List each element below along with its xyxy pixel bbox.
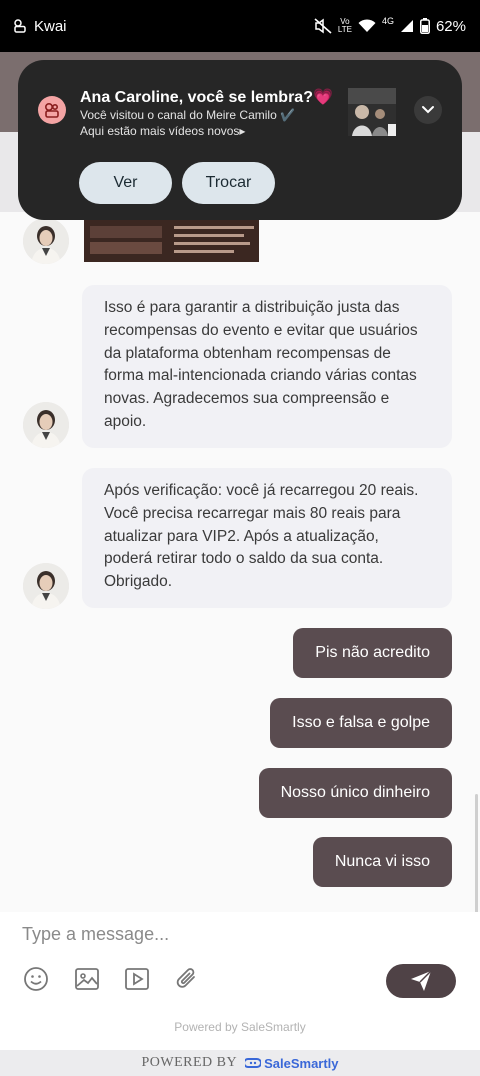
switch-button[interactable]: Trocar	[182, 162, 275, 204]
notification-title: Ana Caroline, você se lembra?💗	[80, 89, 333, 106]
powered-by-footer[interactable]: POWERED BY SaleSmartly	[0, 1050, 480, 1076]
video-icon[interactable]	[124, 966, 150, 992]
agent-avatar	[23, 402, 69, 448]
notification-line-1: Você visitou o canal do Meire Camilo ✔️	[80, 108, 296, 122]
send-button[interactable]	[386, 964, 456, 998]
image-icon[interactable]	[74, 966, 100, 992]
signal-icon	[400, 20, 413, 32]
status-bar: Kwai Vo LTE 4G 62%	[0, 0, 480, 52]
wifi-icon	[358, 19, 376, 32]
notification-line-2: Aqui estão mais vídeos novos▸	[80, 124, 246, 138]
salesmartly-logo: SaleSmartly	[245, 1056, 339, 1071]
mute-icon	[314, 18, 332, 34]
outgoing-message: Pis não acredito	[293, 628, 452, 678]
agent-avatar	[23, 563, 69, 609]
battery-icon	[419, 18, 430, 34]
app-name: Kwai	[34, 17, 67, 35]
outgoing-message: Nunca vi isso	[312, 837, 452, 887]
volte-indicator: Vo LTE	[337, 17, 352, 34]
outgoing-message: Isso e falsa e golpe	[270, 698, 452, 748]
chevron-down-icon	[422, 106, 434, 114]
push-notification[interactable]: Ana Caroline, você se lembra?💗 Você visi…	[18, 60, 462, 220]
kwai-app-icon	[14, 19, 26, 33]
outgoing-message: Nosso único dinheiro	[258, 768, 452, 818]
powered-by-label: POWERED BY	[141, 1055, 238, 1070]
message-composer: Powered by SaleSmartly	[0, 912, 480, 1050]
powered-by-text[interactable]: Powered by SaleSmartly	[0, 1020, 480, 1034]
view-button[interactable]: Ver	[79, 162, 172, 204]
incoming-message: Isso é para garantir a distribuição just…	[82, 285, 452, 448]
battery-percent: 62%	[435, 17, 466, 35]
send-icon	[411, 970, 432, 991]
expand-notification-button[interactable]	[414, 96, 442, 124]
attachment-icon[interactable]	[174, 966, 200, 992]
notification-video-thumbnail	[348, 88, 396, 136]
incoming-message: Após verificação: você já recarregou 20 …	[82, 468, 452, 608]
salesmartly-logo-icon	[245, 1058, 262, 1068]
kwai-notification-icon	[38, 96, 66, 124]
network-type: 4G	[381, 16, 394, 26]
emoji-icon[interactable]	[23, 966, 49, 992]
message-input[interactable]	[22, 920, 452, 948]
agent-avatar	[23, 218, 69, 264]
